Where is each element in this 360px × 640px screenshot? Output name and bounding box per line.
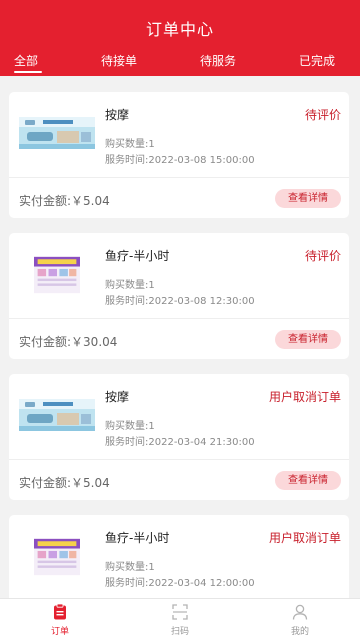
order-status: 用户取消订单 bbox=[268, 531, 341, 545]
service-time: 服务时间:2022-03-04 21:30:00 bbox=[105, 437, 255, 448]
service-name: 鱼疗-半小时 bbox=[105, 249, 170, 263]
tab-all[interactable]: 全部 bbox=[14, 52, 38, 69]
nav-orders[interactable]: 订单 bbox=[30, 603, 90, 637]
order-tabs: 全部 待接单 待服务 已完成 bbox=[0, 52, 360, 76]
paid-amount: 实付金额:￥30.04 bbox=[19, 335, 118, 349]
active-tab-indicator bbox=[14, 71, 42, 73]
service-name: 按摩 bbox=[105, 108, 130, 122]
nav-scan[interactable]: 扫码 bbox=[150, 603, 210, 637]
purchase-quantity: 购买数量:1 bbox=[105, 562, 155, 573]
nav-profile[interactable]: 我的 bbox=[270, 603, 330, 637]
order-status: 待评价 bbox=[304, 249, 341, 263]
fish-therapy-thumbnail bbox=[34, 538, 80, 576]
purchase-quantity: 购买数量:1 bbox=[105, 139, 155, 150]
service-name: 按摩 bbox=[105, 390, 130, 404]
page-title: 订单中心 bbox=[145, 20, 214, 39]
service-time: 服务时间:2022-03-08 15:00:00 bbox=[105, 155, 255, 166]
view-details-button[interactable]: 查看详情 bbox=[275, 189, 341, 208]
order-card[interactable]: 鱼疗-半小时 用户取消订单 购买数量:1 服务时间:2022-03-04 12:… bbox=[9, 515, 349, 598]
view-details-button[interactable]: 查看详情 bbox=[275, 471, 341, 490]
nav-scan-label: 扫码 bbox=[170, 627, 189, 637]
paid-amount: 实付金额:￥5.04 bbox=[19, 194, 110, 208]
bottom-nav: 订单 扫码 我的 bbox=[0, 598, 360, 640]
tab-completed[interactable]: 已完成 bbox=[299, 52, 335, 69]
nav-profile-label: 我的 bbox=[290, 627, 309, 637]
tab-pending-service[interactable]: 待服务 bbox=[200, 52, 236, 69]
card-divider bbox=[9, 318, 349, 319]
massage-thumbnail bbox=[19, 399, 95, 431]
view-details-button[interactable]: 查看详情 bbox=[275, 330, 341, 349]
app-header: 订单中心 全部 待接单 待服务 已完成 bbox=[0, 0, 360, 76]
paid-amount: 实付金额:￥5.04 bbox=[19, 476, 110, 490]
purchase-quantity: 购买数量:1 bbox=[105, 421, 155, 432]
order-card[interactable]: 鱼疗-半小时 待评价 购买数量:1 服务时间:2022-03-08 12:30:… bbox=[9, 233, 349, 359]
order-status: 待评价 bbox=[304, 108, 341, 122]
profile-icon bbox=[292, 604, 308, 620]
massage-thumbnail bbox=[19, 117, 95, 149]
tab-pending-accept[interactable]: 待接单 bbox=[101, 52, 137, 69]
nav-orders-label: 订单 bbox=[50, 627, 69, 637]
fish-therapy-thumbnail bbox=[34, 256, 80, 294]
order-list[interactable]: 按摩 待评价 购买数量:1 服务时间:2022-03-08 15:00:00 实… bbox=[0, 76, 360, 598]
scan-icon bbox=[172, 604, 188, 620]
service-name: 鱼疗-半小时 bbox=[105, 531, 170, 545]
card-divider bbox=[9, 177, 349, 178]
purchase-quantity: 购买数量:1 bbox=[105, 280, 155, 291]
service-time: 服务时间:2022-03-08 12:30:00 bbox=[105, 296, 255, 307]
card-divider bbox=[9, 459, 349, 460]
service-time: 服务时间:2022-03-04 12:00:00 bbox=[105, 578, 255, 589]
order-card[interactable]: 按摩 待评价 购买数量:1 服务时间:2022-03-08 15:00:00 实… bbox=[9, 92, 349, 218]
order-card[interactable]: 按摩 用户取消订单 购买数量:1 服务时间:2022-03-04 21:30:0… bbox=[9, 374, 349, 500]
order-status: 用户取消订单 bbox=[268, 390, 341, 404]
order-icon bbox=[54, 603, 66, 620]
